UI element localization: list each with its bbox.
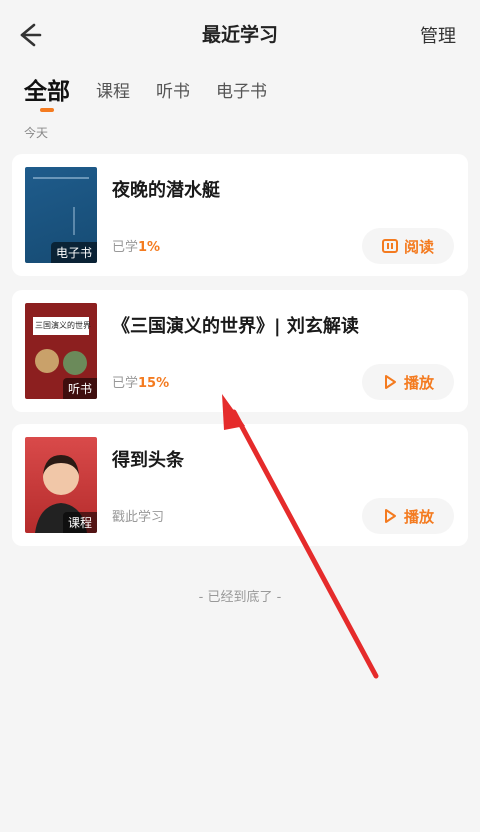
list-item[interactable]: 电子书 夜晚的潜水艇 已学1% 阅读 — [12, 154, 468, 276]
play-icon — [384, 509, 396, 523]
cover-title: 三国演义的世界 — [35, 321, 91, 330]
manage-button[interactable]: 管理 — [420, 22, 456, 48]
item-title: 夜晚的潜水艇 — [112, 180, 220, 201]
tab-ebook[interactable]: 电子书 — [216, 77, 267, 112]
play-button[interactable]: 播放 — [362, 498, 454, 534]
progress-text: 戳此学习 — [112, 510, 165, 525]
top-bar: 最近学习 管理 — [0, 0, 480, 66]
play-icon — [384, 375, 396, 389]
page-title: 最近学习 — [201, 24, 278, 46]
item-title: 《三国演义的世界》| 刘玄解读 — [112, 316, 359, 337]
book-cover: 电子书 — [25, 167, 97, 263]
end-of-list-note: - 已经到底了 - — [198, 590, 282, 605]
progress-text: 已学1% — [112, 240, 161, 255]
section-label-today: 今天 — [24, 126, 49, 140]
book-open-icon — [381, 239, 398, 253]
type-badge: 听书 — [62, 378, 97, 399]
tab-course[interactable]: 课程 — [96, 77, 130, 112]
read-button[interactable]: 阅读 — [362, 228, 454, 264]
list-item[interactable]: 课程 得到头条 戳此学习 播放 — [12, 424, 468, 546]
filter-tabs: 全部 课程 听书 电子书 — [24, 72, 293, 112]
play-button[interactable]: 播放 — [362, 364, 454, 400]
annotation-arrow — [222, 394, 379, 679]
type-badge: 电子书 — [50, 242, 97, 263]
tab-audiobook[interactable]: 听书 — [156, 77, 190, 112]
progress-text: 已学15% — [112, 376, 170, 391]
book-cover: 三国演义的世界 听书 — [25, 303, 97, 399]
item-title: 得到头条 — [112, 450, 184, 471]
tab-all[interactable]: 全部 — [24, 72, 70, 112]
course-cover: 课程 — [25, 437, 97, 533]
list-item[interactable]: 三国演义的世界 听书 《三国演义的世界》| 刘玄解读 已学15% 播放 — [12, 290, 468, 412]
type-badge: 课程 — [62, 512, 97, 533]
